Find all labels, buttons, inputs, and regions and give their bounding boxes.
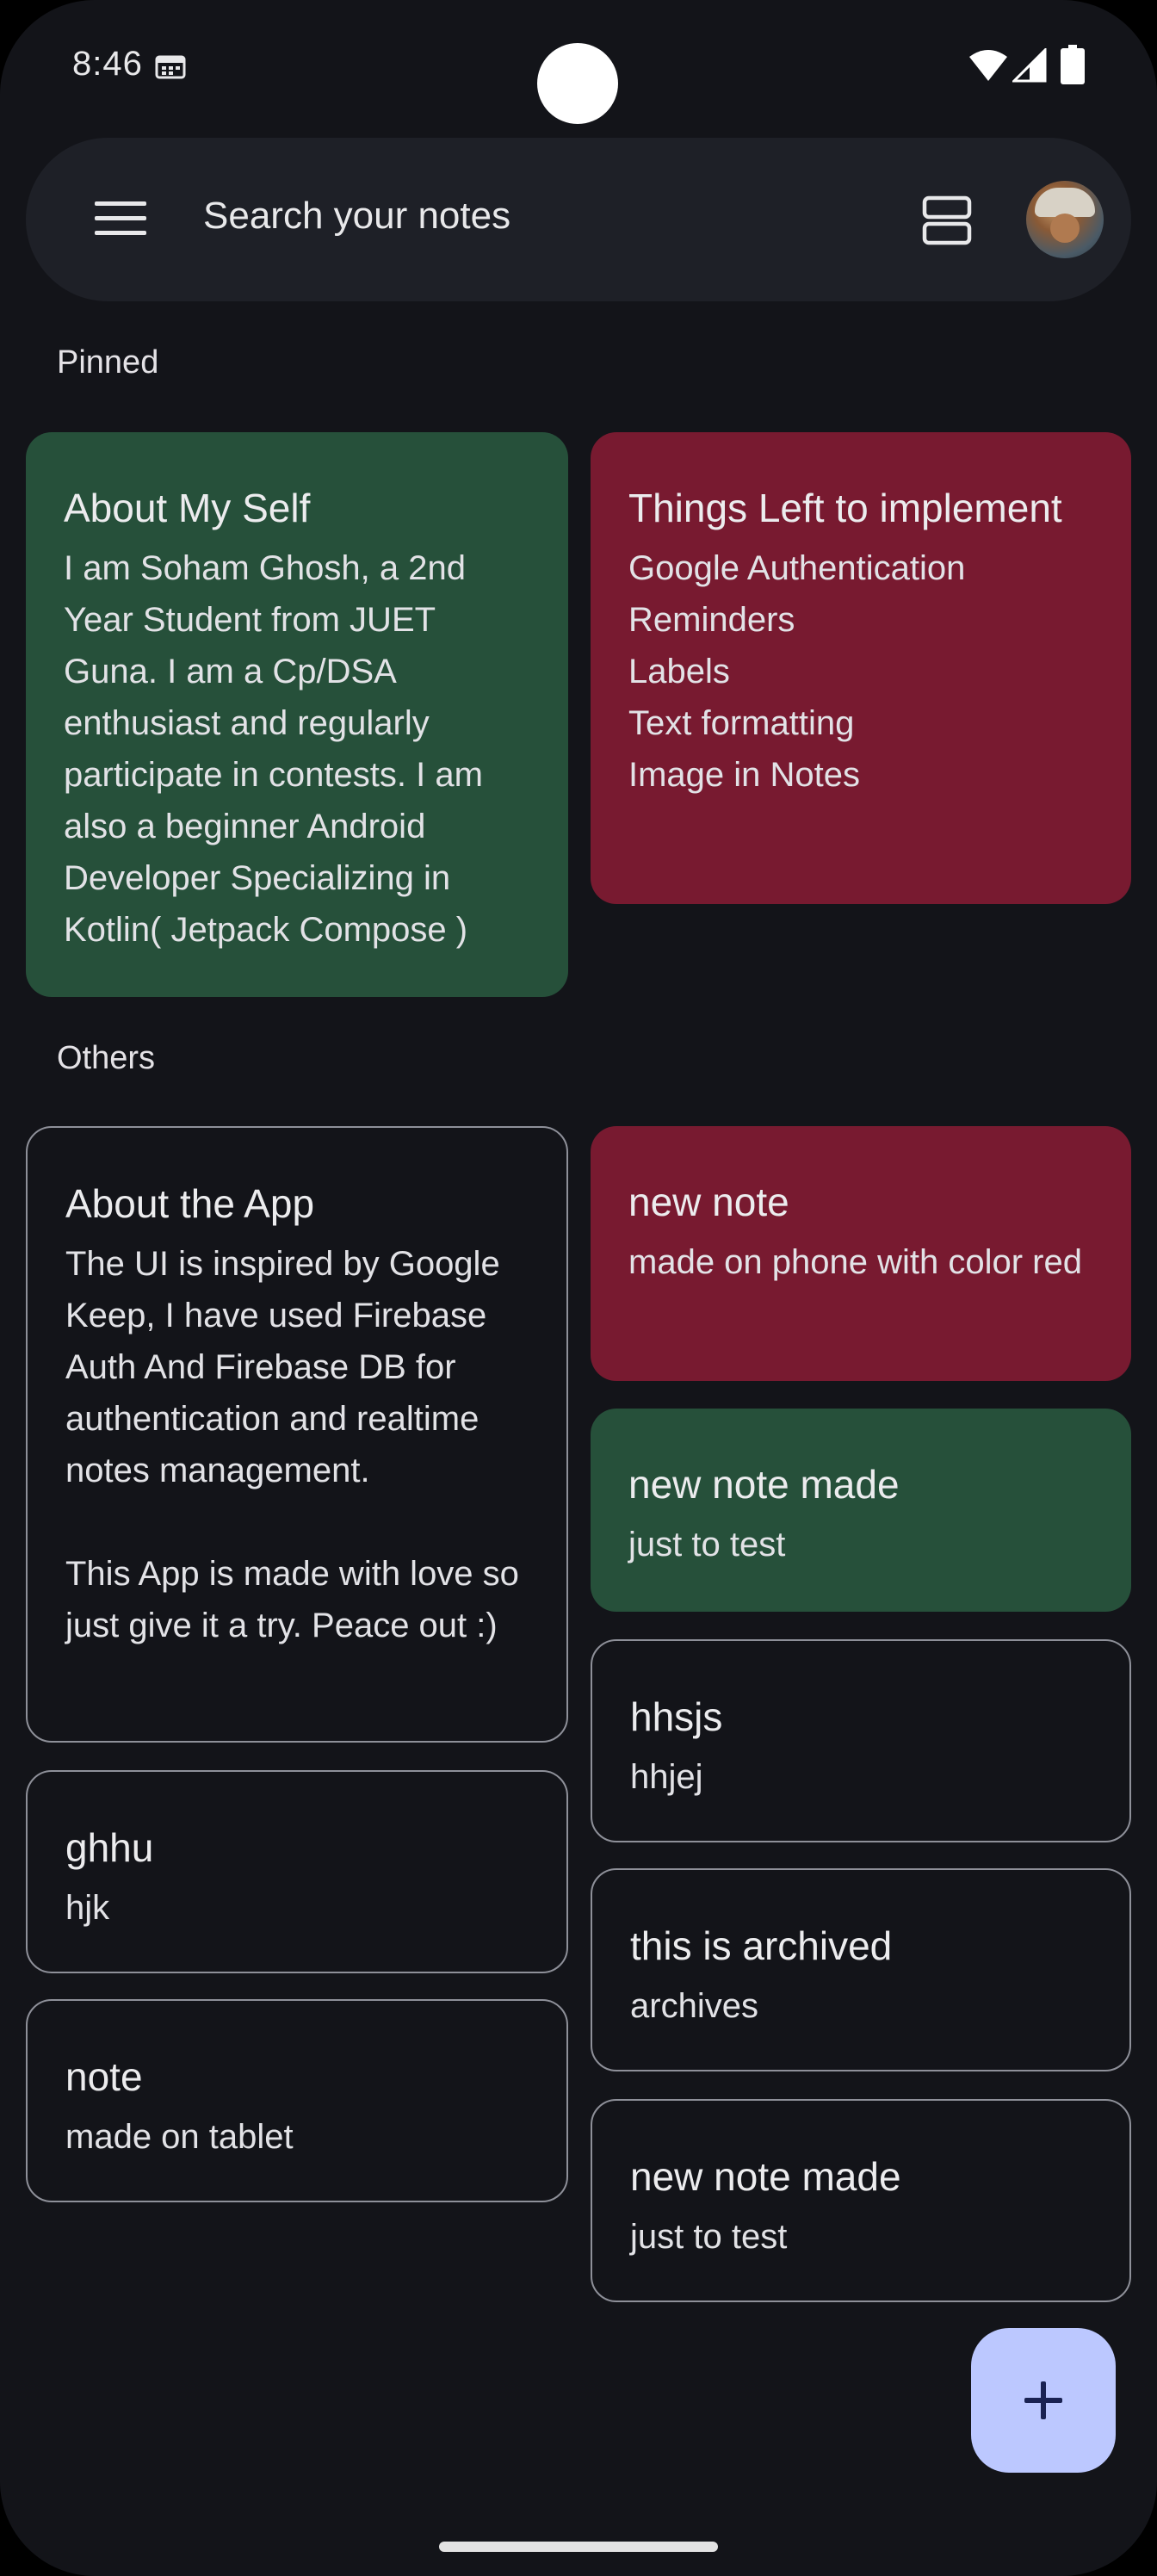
status-bar: 8:46 bbox=[0, 0, 1157, 138]
note-body: made on phone with color red bbox=[628, 1243, 1082, 1281]
note-card-note[interactable]: note made on tablet bbox=[26, 1999, 568, 2202]
menu-icon[interactable] bbox=[95, 200, 146, 238]
note-card-pinned-things-left[interactable]: Things Left to implement Google Authenti… bbox=[591, 432, 1131, 904]
note-body: hhjej bbox=[630, 1758, 703, 1796]
note-card-new-note-made[interactable]: new note made just to test bbox=[591, 2099, 1131, 2302]
note-card-new-note-red[interactable]: new note made on phone with color red bbox=[591, 1126, 1131, 1381]
note-body: made on tablet bbox=[65, 2118, 294, 2156]
plus-icon bbox=[1024, 2381, 1062, 2419]
camera-cutout bbox=[537, 43, 618, 124]
signal-icon bbox=[1012, 48, 1047, 83]
battery-icon bbox=[1061, 45, 1085, 84]
note-body: I am Soham Ghosh, a 2nd Year Student fro… bbox=[64, 549, 483, 949]
add-note-button[interactable] bbox=[971, 2328, 1116, 2473]
note-body: Google Authentication Reminders Labels T… bbox=[628, 549, 966, 794]
wifi-icon bbox=[969, 50, 1007, 81]
note-title: About My Self bbox=[64, 486, 311, 530]
note-title: note bbox=[65, 2054, 143, 2099]
note-body: just to test bbox=[630, 2218, 788, 2256]
pinned-section-label: Pinned bbox=[57, 344, 159, 381]
home-indicator[interactable] bbox=[439, 2542, 718, 2552]
note-card-ghhu[interactable]: ghhu hjk bbox=[26, 1770, 568, 1973]
status-time: 8:46 bbox=[72, 45, 143, 83]
note-title: new note bbox=[628, 1180, 789, 1224]
note-card-hhsjs[interactable]: hhsjs hhjej bbox=[591, 1639, 1131, 1842]
note-body: archives bbox=[630, 1987, 758, 2025]
note-title: hhsjs bbox=[630, 1694, 723, 1739]
note-body: hjk bbox=[65, 1889, 110, 1927]
search-bar[interactable]: Search your notes bbox=[26, 138, 1131, 301]
note-card-pinned-about-my-self[interactable]: About My Self I am Soham Ghosh, a 2nd Ye… bbox=[26, 432, 568, 997]
note-title: ghhu bbox=[65, 1825, 154, 1870]
others-section-label: Others bbox=[57, 1040, 156, 1076]
note-body: just to test bbox=[628, 1526, 786, 1564]
note-card-this-is-archived[interactable]: this is archived archives bbox=[591, 1868, 1131, 2071]
note-title: this is archived bbox=[630, 1923, 893, 1968]
note-body: The UI is inspired by Google Keep, I hav… bbox=[65, 1245, 519, 1644]
note-title: new note made bbox=[628, 1462, 900, 1507]
note-card-about-the-app[interactable]: About the App The UI is inspired by Goog… bbox=[26, 1126, 568, 1743]
list-view-icon[interactable] bbox=[921, 195, 973, 246]
note-title: Things Left to implement bbox=[628, 486, 1062, 530]
note-title: About the App bbox=[65, 1181, 315, 1226]
avatar[interactable] bbox=[1026, 181, 1104, 258]
notes-screen: 8:46 Search your notes Pinned About My S… bbox=[0, 0, 1157, 2576]
note-title: new note made bbox=[630, 2154, 901, 2199]
search-input[interactable]: Search your notes bbox=[203, 195, 510, 238]
calendar-icon bbox=[155, 55, 186, 79]
note-card-new-note-made-green[interactable]: new note made just to test bbox=[591, 1409, 1131, 1612]
